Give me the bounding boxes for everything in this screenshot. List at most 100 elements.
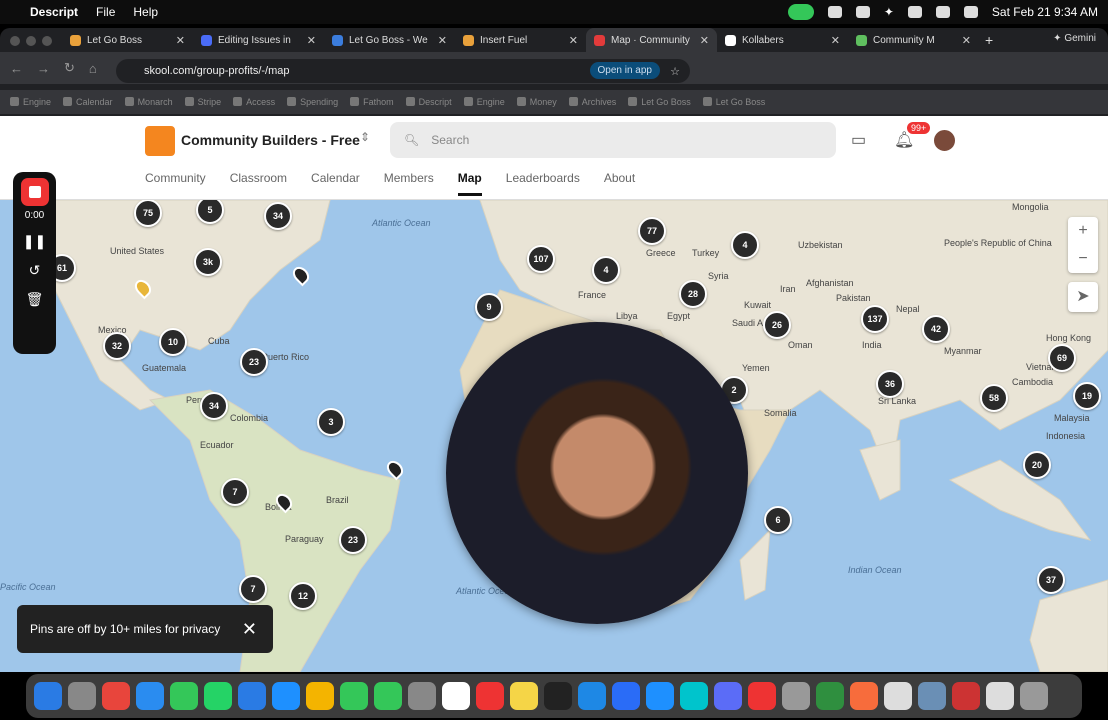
status-icon[interactable] <box>827 6 842 18</box>
member-cluster[interactable]: 3 <box>317 408 345 436</box>
window-controls[interactable] <box>10 36 52 46</box>
gemini-button[interactable]: ✦ Gemini <box>1053 33 1096 44</box>
dock-app-icon[interactable] <box>272 682 300 710</box>
bookmark[interactable]: Descript <box>405 97 452 107</box>
dock-app-icon[interactable] <box>306 682 334 710</box>
bookmark[interactable]: Spending <box>287 97 338 107</box>
zoom-in-button[interactable]: + <box>1068 217 1098 245</box>
dock-app-icon[interactable] <box>1020 682 1048 710</box>
member-cluster[interactable]: 69 <box>1048 344 1076 372</box>
dock-app-icon[interactable] <box>476 682 504 710</box>
member-cluster[interactable]: 4 <box>731 231 759 259</box>
member-cluster[interactable]: 58 <box>980 384 1008 412</box>
address-bar[interactable]: skool.com/group-profits/-/map Open in ap… <box>116 59 690 83</box>
member-cluster[interactable]: 32 <box>103 332 131 360</box>
dock-app-icon[interactable] <box>748 682 776 710</box>
member-cluster[interactable]: 4 <box>592 256 620 284</box>
bookmark[interactable]: Archives <box>568 97 616 107</box>
browser-tab[interactable]: Let Go Boss - We ✕ <box>324 28 455 52</box>
dock-app-icon[interactable] <box>170 682 198 710</box>
openai-icon[interactable] <box>855 6 870 18</box>
tab-map[interactable]: Map <box>457 171 482 196</box>
member-cluster[interactable]: 26 <box>763 311 791 339</box>
member-cluster[interactable]: 12 <box>289 582 317 610</box>
dock-app-icon[interactable] <box>986 682 1014 710</box>
close-icon[interactable]: ✕ <box>242 619 257 640</box>
webcam-bubble[interactable] <box>446 322 748 624</box>
member-cluster[interactable]: 28 <box>679 280 707 308</box>
clock[interactable]: Sat Feb 21 9:34 AM <box>992 5 1098 19</box>
close-tab-icon[interactable]: ✕ <box>176 34 185 47</box>
dock-app-icon[interactable] <box>102 682 130 710</box>
forward-icon[interactable]: → <box>37 61 50 76</box>
url-text[interactable]: skool.com/group-profits/-/map <box>144 65 290 77</box>
bookmark[interactable]: Calendar <box>63 97 113 107</box>
tab-members[interactable]: Members <box>384 171 434 196</box>
browser-tab[interactable]: Insert Fuel ✕ <box>455 28 586 52</box>
bookmark[interactable]: Engine <box>463 97 505 107</box>
tab-leaderboards[interactable]: Leaderboards <box>506 171 580 196</box>
zoom-out-button[interactable]: − <box>1068 245 1098 273</box>
close-tab-icon[interactable]: ✕ <box>438 34 447 47</box>
dock-app-icon[interactable] <box>136 682 164 710</box>
dock-app-icon[interactable] <box>782 682 810 710</box>
trash-icon[interactable]: 🗑︎ <box>13 291 56 308</box>
member-cluster[interactable]: 23 <box>339 526 367 554</box>
browser-tab[interactable]: Map · Community ✕ <box>586 28 717 52</box>
dock-app-icon[interactable] <box>816 682 844 710</box>
close-tab-icon[interactable]: ✕ <box>307 34 316 47</box>
restart-icon[interactable]: ↺ <box>13 262 56 279</box>
group-switcher-icon[interactable]: ⇕ <box>360 130 370 144</box>
home-icon[interactable]: ⌂ <box>89 61 97 76</box>
dock-app-icon[interactable] <box>374 682 402 710</box>
dock-app-icon[interactable] <box>204 682 232 710</box>
member-cluster[interactable]: 20 <box>1023 451 1051 479</box>
menu-help[interactable]: Help <box>133 5 158 19</box>
browser-tab[interactable]: Editing Issues in ✕ <box>193 28 324 52</box>
star-icon[interactable]: ☆ <box>670 65 680 78</box>
member-cluster[interactable]: 36 <box>876 370 904 398</box>
bookmark[interactable]: Let Go Boss <box>702 97 765 107</box>
dock-app-icon[interactable] <box>918 682 946 710</box>
back-icon[interactable]: ← <box>10 61 23 76</box>
member-cluster[interactable]: 19 <box>1073 382 1101 410</box>
dock-app-icon[interactable] <box>884 682 912 710</box>
member-cluster[interactable]: 42 <box>922 315 950 343</box>
dock-app-icon[interactable] <box>952 682 980 710</box>
member-cluster[interactable]: 23 <box>240 348 268 376</box>
tab-community[interactable]: Community <box>145 171 206 196</box>
dock-app-icon[interactable] <box>850 682 878 710</box>
browser-tab[interactable]: Community M ✕ <box>848 28 979 52</box>
member-cluster[interactable]: 34 <box>200 392 228 420</box>
member-cluster[interactable]: 9 <box>475 293 503 321</box>
group-logo[interactable] <box>145 126 175 156</box>
chat-icon[interactable]: ▭ <box>851 130 866 150</box>
member-cluster[interactable]: 75 <box>134 200 162 227</box>
dock-app-icon[interactable] <box>714 682 742 710</box>
close-tab-icon[interactable]: ✕ <box>700 34 709 47</box>
member-cluster[interactable]: 137 <box>861 305 889 333</box>
close-tab-icon[interactable]: ✕ <box>831 34 840 47</box>
dock-app-icon[interactable] <box>578 682 606 710</box>
bookmark[interactable]: Fathom <box>350 97 394 107</box>
menu-app-name[interactable]: Descript <box>30 5 78 19</box>
close-tab-icon[interactable]: ✕ <box>962 34 971 47</box>
bookmark[interactable]: Monarch <box>124 97 173 107</box>
bookmark[interactable]: Let Go Boss <box>628 97 691 107</box>
sparkle-icon[interactable]: ✦ <box>884 5 894 19</box>
member-cluster[interactable]: 34 <box>264 202 292 230</box>
member-cluster[interactable]: 7 <box>221 478 249 506</box>
browser-tab[interactable]: Kollabers ✕ <box>717 28 848 52</box>
member-cluster[interactable]: 3k <box>194 248 222 276</box>
dock-app-icon[interactable] <box>680 682 708 710</box>
open-in-app-button[interactable]: Open in app <box>589 62 660 79</box>
member-cluster[interactable]: 10 <box>159 328 187 356</box>
menu-file[interactable]: File <box>96 5 115 19</box>
status-icon[interactable] <box>907 6 922 18</box>
dock-app-icon[interactable] <box>442 682 470 710</box>
tab-classroom[interactable]: Classroom <box>230 171 287 196</box>
dock-app-icon[interactable] <box>238 682 266 710</box>
new-tab-button[interactable]: + <box>985 32 993 48</box>
tab-calendar[interactable]: Calendar <box>311 171 360 196</box>
pause-icon[interactable]: ❚❚ <box>13 233 56 250</box>
